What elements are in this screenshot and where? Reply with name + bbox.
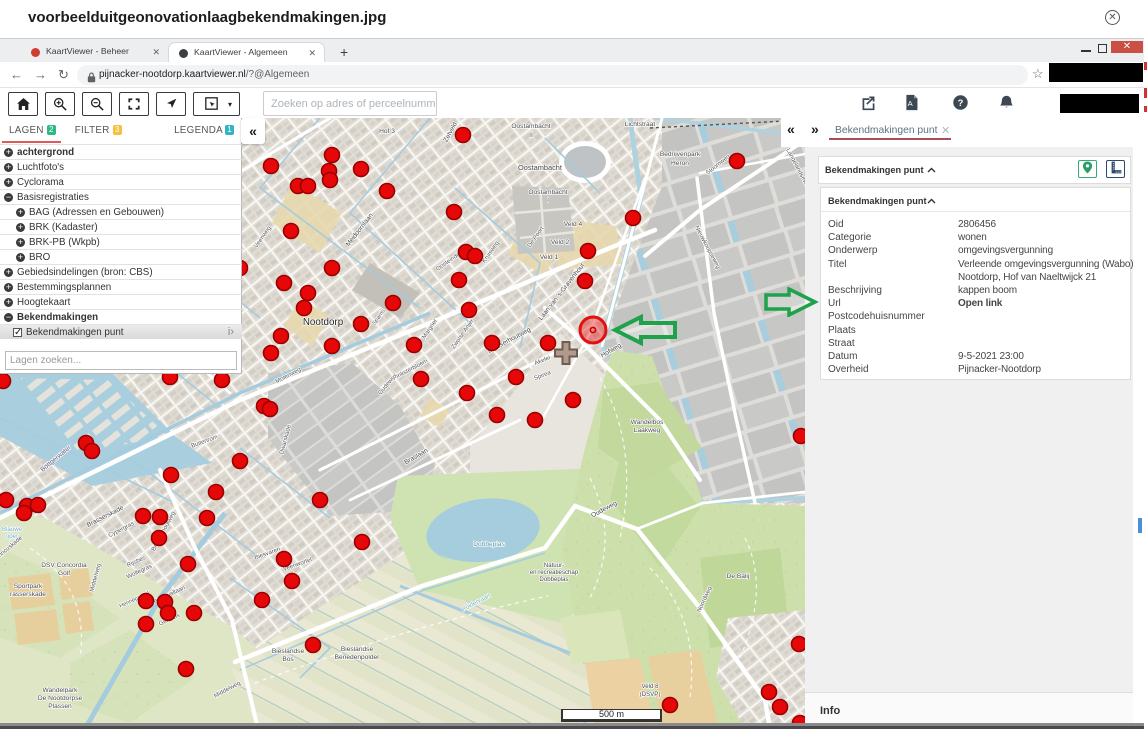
svg-text:Wandelpark: Wandelpark [43, 687, 79, 694]
svg-text:Bos: Bos [282, 656, 294, 663]
svg-text:De Nootdorpse: De Nootdorpse [38, 695, 83, 702]
svg-text:(DSVP): (DSVP) [640, 691, 661, 698]
svg-text:en recreatieschap: en recreatieschap [530, 569, 579, 576]
svg-text:Lichtstraat: Lichtstraat [625, 121, 656, 128]
svg-text:rasserskade: rasserskade [10, 591, 46, 598]
svg-text:?: ? [958, 98, 964, 108]
svg-text:Oostambacht: Oostambacht [511, 123, 550, 130]
svg-text:I: I [547, 197, 549, 204]
svg-text:Dobbeplas: Dobbeplas [539, 576, 568, 583]
svg-text:Bieslandse: Bieslandse [341, 646, 374, 653]
svg-text:II: II [529, 132, 533, 139]
svg-text:Sportpark: Sportpark [14, 583, 43, 590]
svg-text:Heron: Heron [671, 160, 689, 167]
svg-text:Veld 2: Veld 2 [551, 239, 570, 246]
svg-text:Bieslandse: Bieslandse [272, 648, 305, 655]
svg-text:Nootdorp: Nootdorp [303, 317, 344, 328]
svg-text:Oostambacht: Oostambacht [528, 189, 567, 196]
svg-text:Veld 1: Veld 1 [540, 254, 559, 261]
svg-text:Benedenpolder: Benedenpolder [335, 654, 381, 661]
svg-text:Veld 4: Veld 4 [564, 221, 583, 228]
svg-text:Bedrijvenpark: Bedrijvenpark [660, 151, 701, 158]
svg-text:Golf: Golf [58, 570, 70, 577]
svg-text:Oostambacht: Oostambacht [518, 163, 562, 172]
svg-text:Plassen: Plassen [48, 703, 72, 710]
svg-text:Laakweg: Laakweg [634, 427, 661, 434]
svg-text:DSV Concordia: DSV Concordia [41, 562, 87, 569]
svg-text:Wandelbos: Wandelbos [631, 419, 664, 426]
svg-text:Blauwe: Blauwe [2, 526, 23, 533]
svg-text:A: A [908, 99, 914, 108]
svg-text:Veld 8: Veld 8 [642, 683, 660, 690]
svg-text:Hof 3: Hof 3 [379, 128, 395, 135]
svg-text:De Balij: De Balij [727, 573, 750, 580]
svg-text:Natuur-: Natuur- [544, 562, 564, 569]
svg-text:Dobbeplas: Dobbeplas [473, 541, 505, 548]
